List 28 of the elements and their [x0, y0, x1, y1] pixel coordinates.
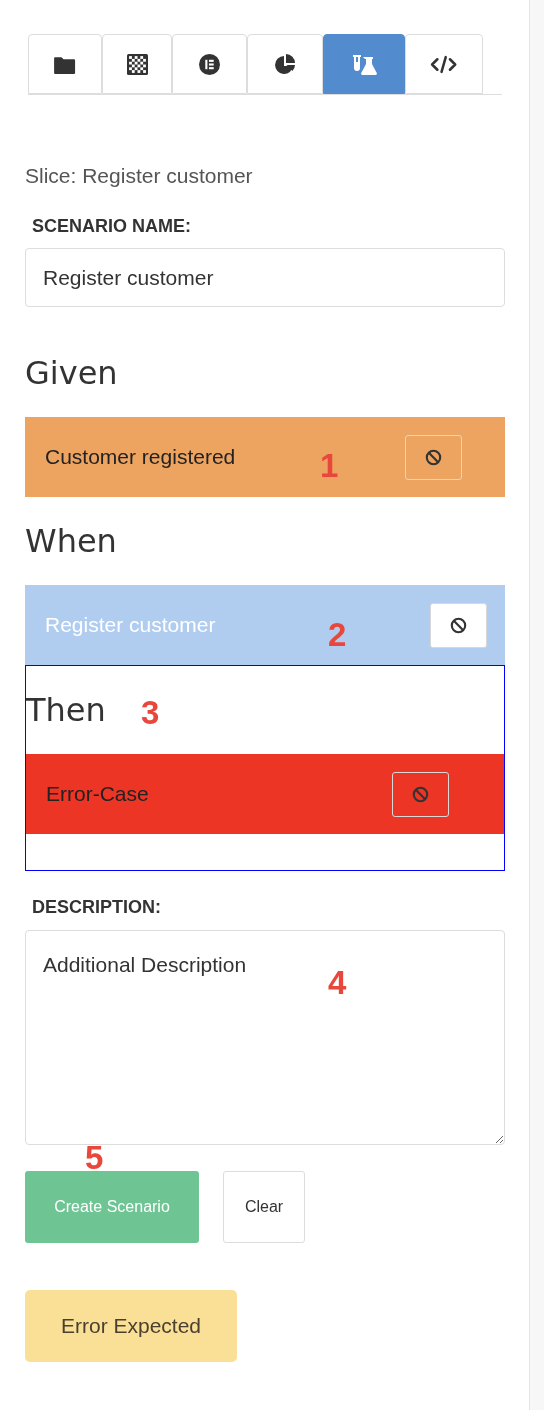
annotation-number: 1: [320, 447, 339, 485]
list-circle-icon: [199, 53, 220, 75]
ban-icon: [412, 785, 429, 803]
flask-icon: [351, 53, 377, 75]
section-heading: Then: [26, 691, 106, 729]
field-label: SCENARIO NAME:: [32, 216, 192, 237]
annotation-number: 2: [328, 616, 347, 654]
code-icon: [430, 53, 458, 75]
ban-icon: [425, 448, 442, 466]
status-badge: Error Expected: [25, 1290, 237, 1362]
remove-button[interactable]: [430, 602, 487, 648]
clear-button[interactable]: Clear: [223, 1171, 305, 1243]
remove-button[interactable]: [392, 771, 449, 817]
section-heading: Given: [25, 354, 118, 392]
annotation-number: 5: [85, 1146, 104, 1171]
pie-chart-icon: [274, 53, 296, 75]
field-label: DESCRIPTION:: [32, 897, 162, 918]
ban-icon: [450, 616, 467, 634]
input-field[interactable]: Register customer: [25, 248, 505, 307]
remove-button[interactable]: [405, 434, 462, 480]
annotation-number: 3: [141, 694, 160, 732]
slice-label: Slice: Register customer: [25, 164, 254, 188]
checkerboard-icon: [126, 53, 148, 75]
step-label: Customer registered: [45, 445, 236, 469]
step-label: Error-Case: [46, 782, 149, 806]
section-heading: When: [25, 522, 117, 560]
annotation-number: 4: [328, 964, 347, 1002]
step-label: Register customer: [45, 613, 216, 637]
